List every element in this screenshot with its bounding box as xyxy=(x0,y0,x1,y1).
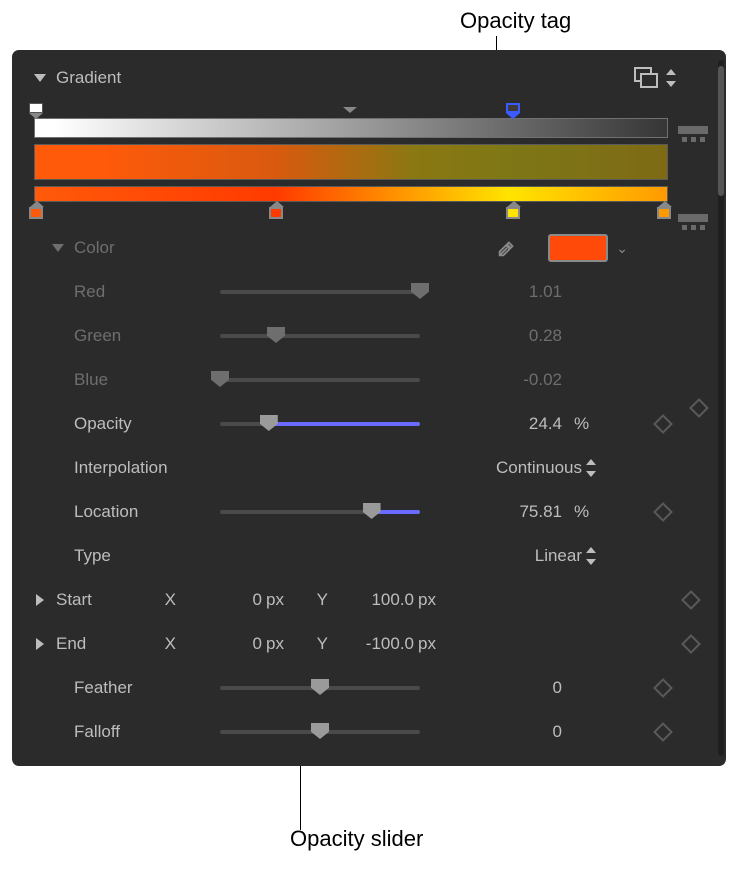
chevron-down-icon[interactable]: ⌄ xyxy=(616,240,628,257)
gradient-preset-icon[interactable] xyxy=(634,67,660,89)
keyframe-icon[interactable] xyxy=(681,634,701,654)
start-label: Start xyxy=(56,590,142,610)
end-y-value[interactable]: -100.0 xyxy=(334,634,414,654)
gradient-preview-bar xyxy=(34,144,668,180)
start-y-label: Y xyxy=(294,590,334,610)
color-section-header[interactable]: Color ⌄ xyxy=(20,226,718,270)
start-y-value[interactable]: 100.0 xyxy=(334,590,414,610)
end-x-value[interactable]: 0 xyxy=(182,634,262,654)
type-popup[interactable]: Linear xyxy=(220,546,584,566)
keyframe-icon[interactable] xyxy=(681,590,701,610)
start-row: Start X 0 px Y 100.0 px xyxy=(20,578,718,622)
end-row: End X 0 px Y -100.0 px xyxy=(20,622,718,666)
blue-slider[interactable] xyxy=(220,370,420,390)
opacity-distribute-button[interactable] xyxy=(678,126,708,148)
start-x-value[interactable]: 0 xyxy=(182,590,262,610)
color-label: Color xyxy=(74,238,496,258)
start-y-unit: px xyxy=(414,590,446,610)
red-label: Red xyxy=(20,282,220,302)
blue-row: Blue -0.02 xyxy=(20,358,718,402)
disclosure-right-icon[interactable] xyxy=(36,594,44,606)
feather-slider[interactable] xyxy=(220,678,420,698)
start-x-unit: px xyxy=(262,590,294,610)
falloff-value[interactable]: 0 xyxy=(420,722,570,742)
end-x-unit: px xyxy=(262,634,294,654)
feather-row: Feather 0 xyxy=(20,666,718,710)
feather-value[interactable]: 0 xyxy=(420,678,570,698)
keyframe-icon[interactable] xyxy=(653,414,673,434)
blue-label: Blue xyxy=(20,370,220,390)
interpolation-stepper[interactable] xyxy=(584,458,598,478)
red-value[interactable]: 1.01 xyxy=(420,282,570,302)
eyedropper-icon[interactable] xyxy=(496,237,518,259)
scroll-thumb[interactable] xyxy=(718,66,724,196)
opacity-label: Opacity xyxy=(20,414,220,434)
location-unit: % xyxy=(570,502,610,522)
gradient-label: Gradient xyxy=(56,68,634,88)
interpolation-row: Interpolation Continuous xyxy=(20,446,718,490)
type-row: Type Linear xyxy=(20,534,718,578)
location-row: Location 75.81 % xyxy=(20,490,718,534)
location-label: Location xyxy=(20,502,220,522)
keyframe-icon[interactable] xyxy=(653,722,673,742)
color-tag-2[interactable] xyxy=(506,201,522,219)
color-swatch[interactable] xyxy=(548,234,608,262)
type-label: Type xyxy=(20,546,220,566)
opacity-midpoint-tag[interactable] xyxy=(343,107,359,121)
scrollbar[interactable] xyxy=(718,60,724,756)
color-tag-1[interactable] xyxy=(269,201,285,219)
opacity-tag-start[interactable] xyxy=(29,103,45,117)
blue-value[interactable]: -0.02 xyxy=(420,370,570,390)
callout-opacity-tag: Opacity tag xyxy=(460,8,571,34)
feather-label: Feather xyxy=(20,678,220,698)
gradient-editor xyxy=(20,96,718,208)
location-value[interactable]: 75.81 xyxy=(420,502,570,522)
red-slider[interactable] xyxy=(220,282,420,302)
color-tag-3[interactable] xyxy=(657,201,673,219)
disclosure-down-icon[interactable] xyxy=(34,74,46,82)
end-y-label: Y xyxy=(294,634,334,654)
red-row: Red 1.01 xyxy=(20,270,718,314)
falloff-label: Falloff xyxy=(20,722,220,742)
opacity-row: Opacity 24.4 % xyxy=(20,402,718,446)
green-label: Green xyxy=(20,326,220,346)
gradient-preset-stepper[interactable] xyxy=(664,68,678,88)
green-slider[interactable] xyxy=(220,326,420,346)
end-y-unit: px xyxy=(414,634,446,654)
interpolation-label: Interpolation xyxy=(20,458,220,478)
falloff-row: Falloff 0 xyxy=(20,710,718,754)
opacity-tag-selected[interactable] xyxy=(506,103,522,117)
type-stepper[interactable] xyxy=(584,546,598,566)
gradient-section-header[interactable]: Gradient xyxy=(20,60,718,96)
keyframe-icon[interactable] xyxy=(653,678,673,698)
keyframe-icon[interactable] xyxy=(653,502,673,522)
interpolation-popup[interactable]: Continuous xyxy=(220,458,584,478)
disclosure-down-icon[interactable] xyxy=(52,244,64,252)
falloff-slider[interactable] xyxy=(220,722,420,742)
disclosure-right-icon[interactable] xyxy=(36,638,44,650)
start-x-label: X xyxy=(142,590,182,610)
opacity-gradient-bar[interactable] xyxy=(34,118,668,138)
end-label: End xyxy=(56,634,142,654)
green-row: Green 0.28 xyxy=(20,314,718,358)
color-tag-0[interactable] xyxy=(29,201,45,219)
gradient-inspector-panel: Gradient Color ⌄ Red xyxy=(12,50,726,766)
color-gradient-bar[interactable] xyxy=(34,186,668,202)
end-x-label: X xyxy=(142,634,182,654)
callout-opacity-slider: Opacity slider xyxy=(290,826,423,852)
opacity-slider[interactable] xyxy=(220,414,420,434)
green-value[interactable]: 0.28 xyxy=(420,326,570,346)
opacity-unit: % xyxy=(570,414,610,434)
opacity-value[interactable]: 24.4 xyxy=(420,414,570,434)
location-slider[interactable] xyxy=(220,502,420,522)
